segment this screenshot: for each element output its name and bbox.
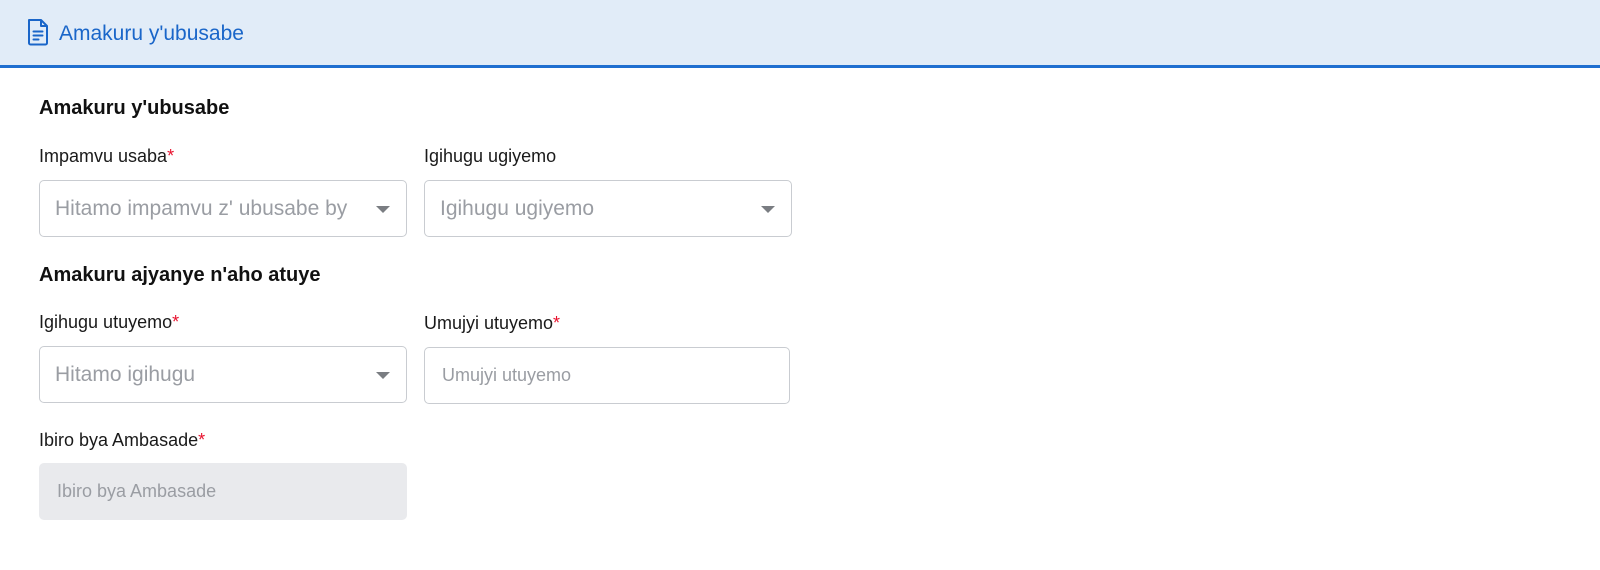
- required-mark: *: [198, 430, 206, 450]
- required-mark: *: [167, 146, 175, 166]
- reason-select-placeholder: Hitamo impamvu z' ubusabe by: [55, 197, 348, 220]
- country-select[interactable]: Hitamo igihugu: [39, 346, 407, 403]
- country-label: Igihugu utuyemo*: [39, 311, 179, 333]
- country-label-text: Igihugu utuyemo: [39, 312, 173, 332]
- document-icon: [28, 19, 48, 46]
- panel-header: Amakuru y'ubusabe: [0, 0, 1600, 68]
- caret-down-icon: [376, 206, 390, 213]
- caret-down-icon: [376, 372, 390, 379]
- destination-label: Igihugu ugiyemo: [424, 146, 557, 166]
- reason-select[interactable]: Hitamo impamvu z' ubusabe by: [39, 180, 407, 237]
- city-label-text: Umujyi utuyemo: [424, 313, 554, 333]
- reason-label: Impamvu usaba*: [39, 145, 174, 167]
- section-title-residence-info: Amakuru ajyanye n'aho atuye: [39, 264, 321, 286]
- required-mark: *: [172, 312, 180, 332]
- city-input[interactable]: [424, 347, 790, 404]
- reason-label-text: Impamvu usaba: [39, 146, 168, 166]
- section-title-application-info: Amakuru y'ubusabe: [39, 97, 230, 119]
- caret-down-icon: [761, 206, 775, 213]
- embassy-input: [39, 463, 407, 520]
- destination-select-placeholder: Igihugu ugiyemo: [440, 197, 595, 220]
- country-select-placeholder: Hitamo igihugu: [55, 363, 196, 386]
- city-label: Umujyi utuyemo*: [424, 312, 560, 334]
- embassy-label-text: Ibiro bya Ambasade: [39, 430, 199, 450]
- destination-select[interactable]: Igihugu ugiyemo: [424, 180, 792, 237]
- panel-title: Amakuru y'ubusabe: [59, 22, 244, 45]
- embassy-label: Ibiro bya Ambasade*: [39, 429, 205, 451]
- required-mark: *: [553, 313, 561, 333]
